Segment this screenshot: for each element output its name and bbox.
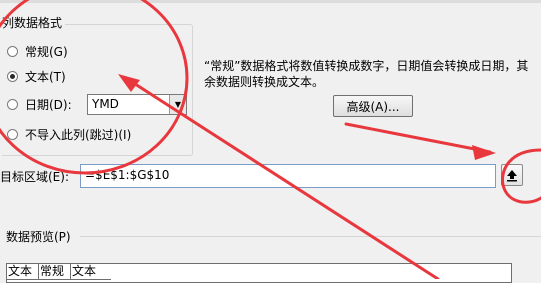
preview-column-header[interactable]: 文本	[7, 264, 39, 280]
destination-label: 目标区域(E):	[0, 170, 69, 184]
format-description: “常规”数据格式将数值转换成数字，日期值会转换成日期，其余数据则转换成文本。	[204, 59, 529, 89]
annotation-arrowhead-2	[472, 145, 496, 160]
preview-column-header[interactable]: 常规	[39, 264, 71, 280]
advanced-button[interactable]: 高级(A)...	[333, 95, 413, 117]
collapse-dialog-icon	[507, 170, 517, 182]
data-preview-area[interactable]: 文本 常规 文本	[6, 263, 512, 283]
annotation-arrow-line-2	[344, 122, 492, 154]
radio-text-indicator[interactable]	[7, 70, 18, 82]
preview-label: 数据预览(P)	[6, 230, 71, 244]
preview-column-header[interactable]: 文本	[71, 264, 111, 280]
radio-date-indicator[interactable]	[7, 98, 18, 110]
radio-text[interactable]: 文本(T)	[7, 67, 66, 85]
group-title: 列数据格式	[2, 14, 66, 31]
radio-date[interactable]: 日期(D):	[7, 95, 72, 113]
chevron-down-icon[interactable]: ▼	[169, 95, 186, 114]
radio-general[interactable]: 常规(G)	[7, 42, 68, 60]
collapse-dialog-button[interactable]	[501, 164, 523, 186]
destination-input[interactable]: =$E$1:$G$10	[80, 164, 496, 188]
radio-text-label: 文本(T)	[25, 69, 66, 84]
radio-skip[interactable]: 不导入此列(跳过)(I)	[7, 125, 131, 143]
radio-date-label: 日期(D):	[25, 97, 72, 112]
preview-divider	[80, 236, 541, 237]
date-format-value: YMD	[92, 97, 119, 111]
radio-skip-label: 不导入此列(跳过)(I)	[25, 127, 132, 142]
radio-general-indicator[interactable]	[7, 45, 18, 57]
radio-skip-indicator[interactable]	[7, 128, 18, 140]
radio-general-label: 常规(G)	[25, 44, 68, 59]
top-dialog-edge	[0, 0, 541, 3]
date-format-select[interactable]: YMD ▼	[87, 94, 187, 115]
